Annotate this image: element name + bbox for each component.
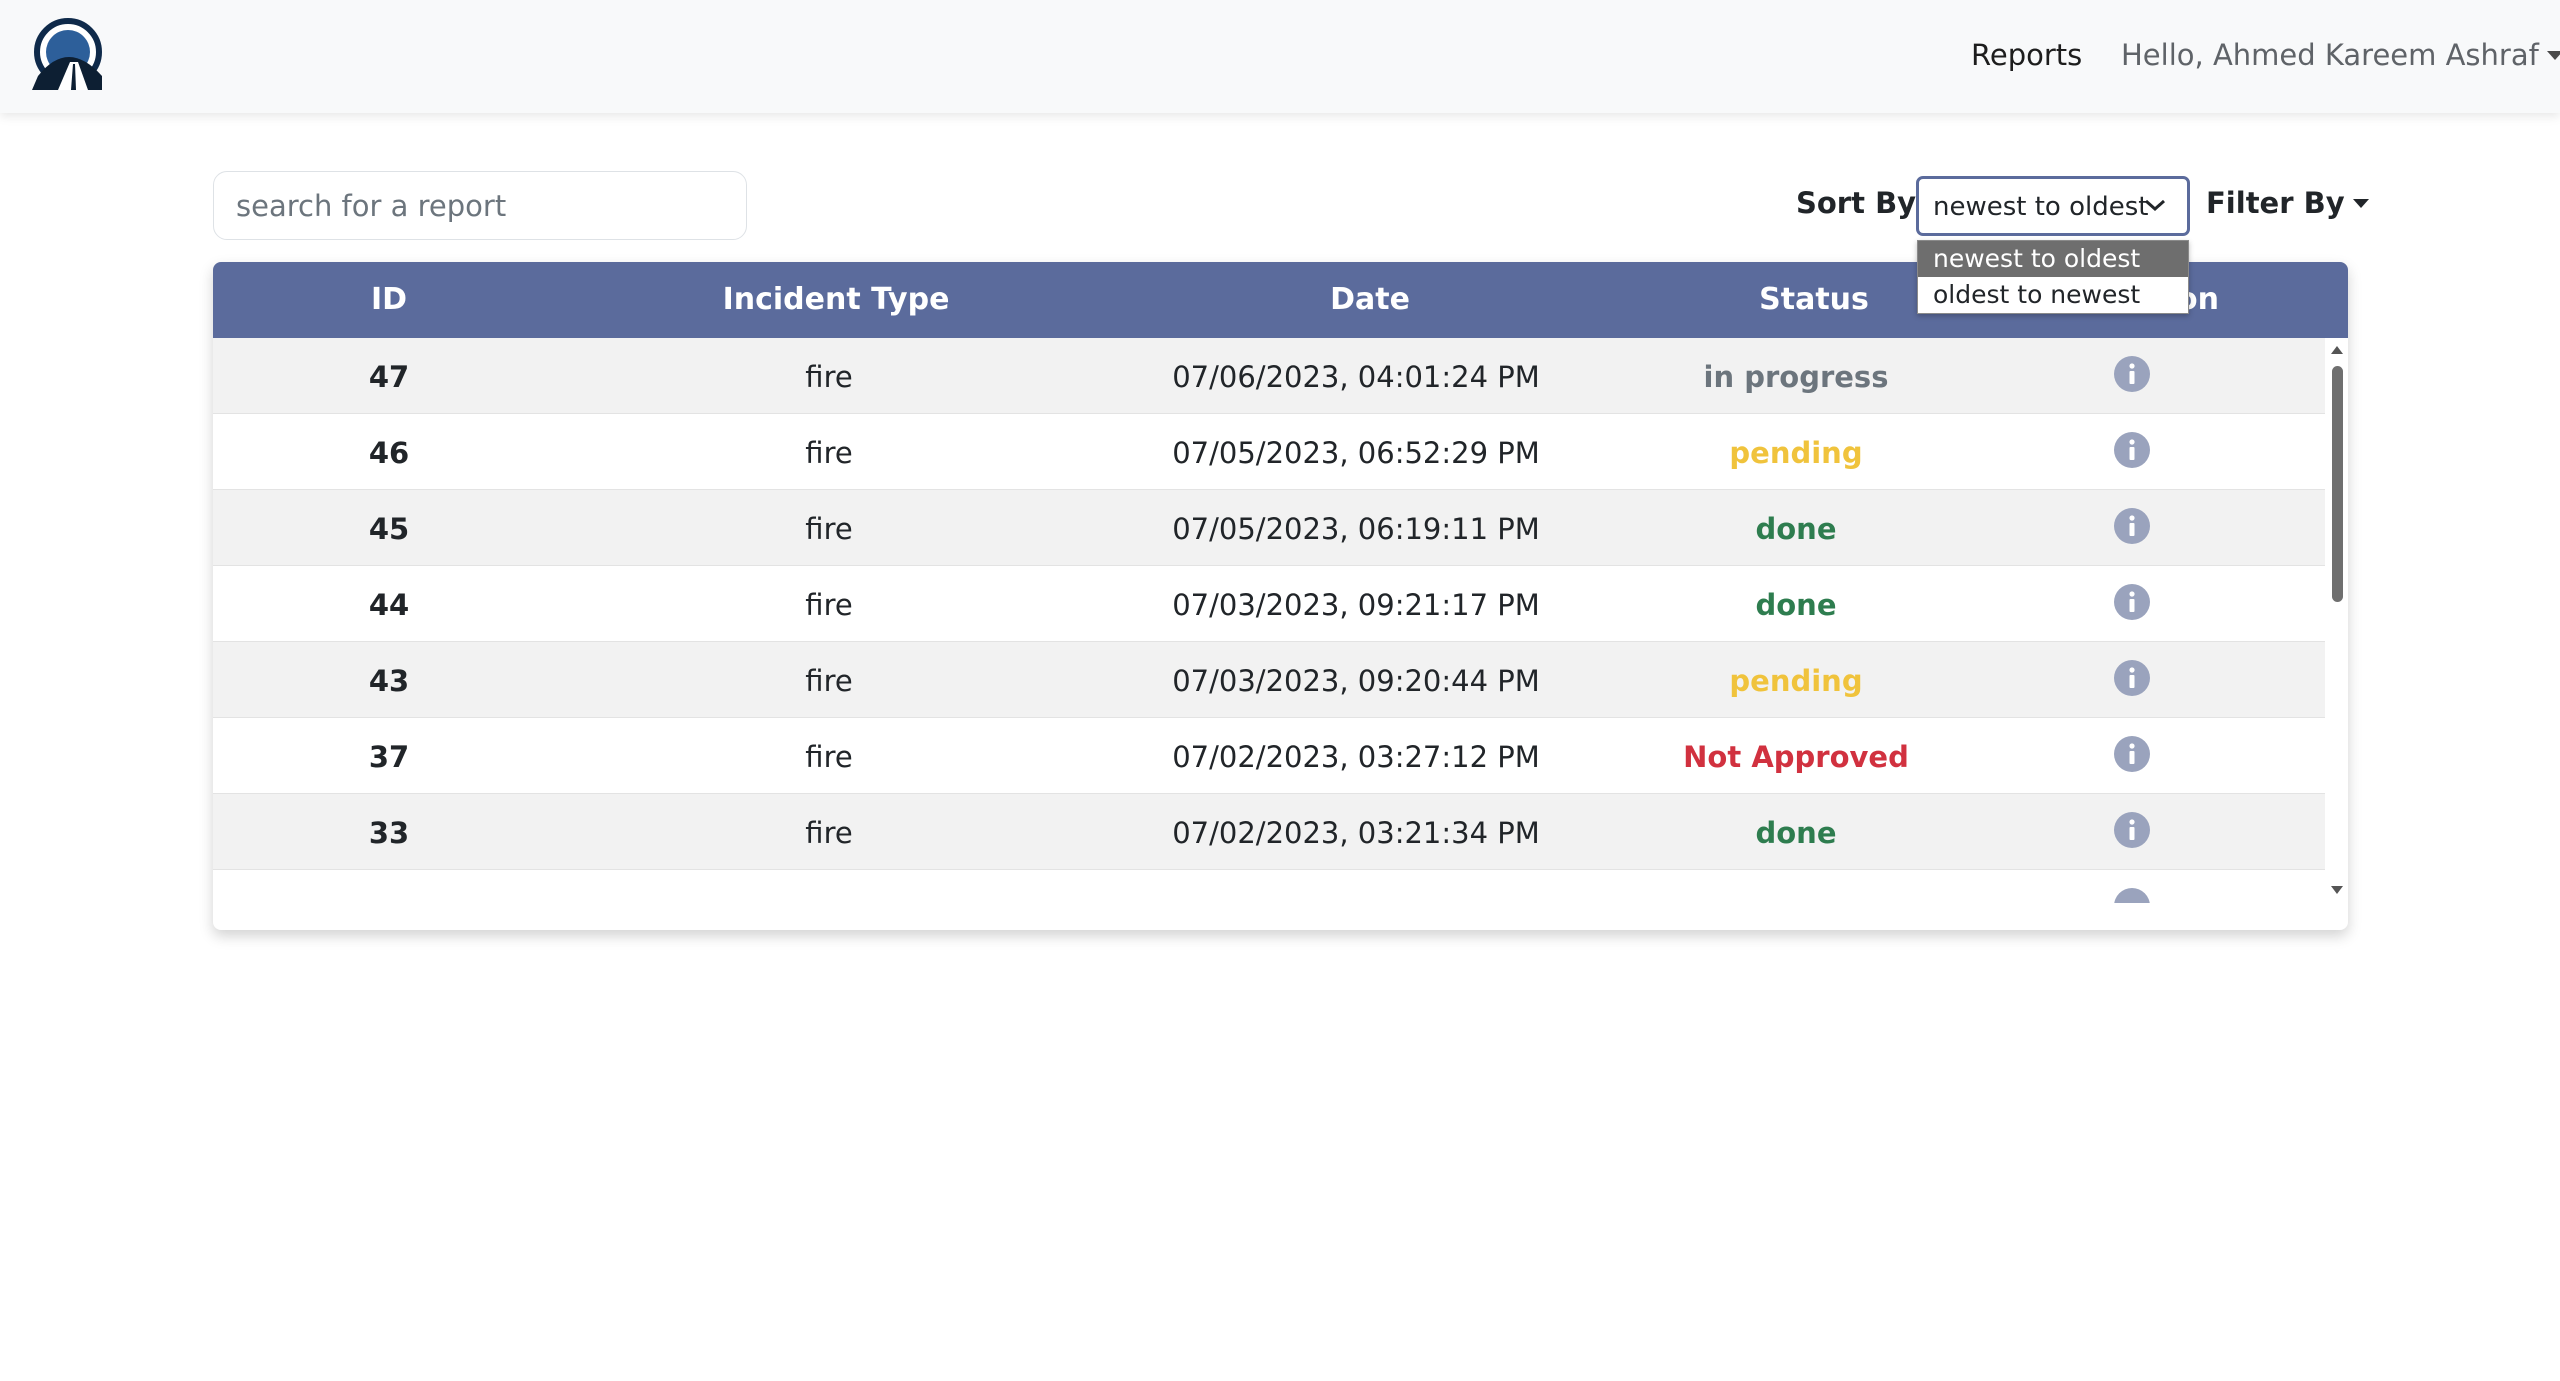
user-menu-toggle[interactable]: Hello, Ahmed Kareem Ashraf xyxy=(2121,38,2560,72)
sort-option-newest[interactable]: newest to oldest xyxy=(1918,241,2188,277)
cell-status: done xyxy=(1755,816,1837,850)
cell-incident-type: fire xyxy=(805,664,853,698)
table-row: 43 fire 07/03/2023, 09:20:44 PM pending xyxy=(213,642,2325,718)
table-row-partial xyxy=(213,870,2325,903)
cell-incident-type: fire xyxy=(805,588,853,622)
cell-status: pending xyxy=(1729,664,1863,698)
sort-select[interactable]: newest to oldest xyxy=(1916,176,2190,236)
info-icon[interactable] xyxy=(2113,507,2151,545)
cell-id: 43 xyxy=(368,664,410,698)
cell-incident-type: fire xyxy=(805,512,853,546)
table-row: 37 fire 07/02/2023, 03:27:12 PM Not Approve… xyxy=(213,718,2325,794)
cell-incident-type: fire xyxy=(805,360,853,394)
caret-down-icon xyxy=(2352,199,2369,208)
cell-id: 47 xyxy=(368,360,410,394)
cell-date: 07/02/2023, 03:27:12 PM xyxy=(1172,740,1540,774)
info-icon[interactable] xyxy=(2113,355,2151,393)
info-icon[interactable] xyxy=(2113,811,2151,849)
info-icon[interactable] xyxy=(2113,583,2151,621)
column-header-date[interactable]: Date xyxy=(1330,282,1410,317)
cell-status: pending xyxy=(1729,436,1863,470)
search-input[interactable] xyxy=(213,171,747,240)
cell-status: Not Approved xyxy=(1683,740,1909,774)
cell-date: 07/05/2023, 06:19:11 PM xyxy=(1172,512,1540,546)
scroll-down-arrow-icon[interactable] xyxy=(2331,886,2343,894)
column-header-status[interactable]: Status xyxy=(1759,282,1869,317)
top-navbar: Reports Hello, Ahmed Kareem Ashraf xyxy=(0,0,2560,113)
cell-incident-type: fire xyxy=(805,740,853,774)
column-header-incident-type[interactable]: Incident Type xyxy=(723,282,950,317)
sort-selected-value: newest to oldest xyxy=(1933,192,2149,222)
column-header-id[interactable]: ID xyxy=(371,282,407,317)
road-tunnel-logo-icon[interactable] xyxy=(28,18,112,94)
nav-reports-link[interactable]: Reports xyxy=(1971,38,2082,72)
cell-date: 07/02/2023, 03:21:34 PM xyxy=(1172,816,1540,850)
info-icon[interactable] xyxy=(2113,431,2151,469)
caret-down-icon xyxy=(2546,51,2560,60)
cell-id: 46 xyxy=(368,436,410,470)
cell-date: 07/03/2023, 09:21:17 PM xyxy=(1172,588,1540,622)
table-row: 44 fire 07/03/2023, 09:21:17 PM done xyxy=(213,566,2325,642)
user-greeting: Hello, Ahmed Kareem Ashraf xyxy=(2121,38,2539,72)
cell-id: 33 xyxy=(368,816,410,850)
cell-id: 45 xyxy=(368,512,410,546)
reports-table-card: ID Incident Type Date Status on 47 fire 07… xyxy=(213,262,2348,930)
cell-incident-type: fire xyxy=(805,816,853,850)
chevron-down-icon xyxy=(2145,199,2165,212)
info-icon[interactable] xyxy=(2113,735,2151,773)
table-scrollbar[interactable] xyxy=(2327,338,2348,903)
cell-status: in progress xyxy=(1703,360,1889,394)
cell-date: 07/05/2023, 06:52:29 PM xyxy=(1172,436,1540,470)
info-icon[interactable] xyxy=(2113,887,2151,903)
cell-status: done xyxy=(1755,512,1837,546)
sort-option-oldest[interactable]: oldest to newest xyxy=(1918,277,2188,313)
scroll-up-arrow-icon[interactable] xyxy=(2331,346,2343,354)
info-icon[interactable] xyxy=(2113,659,2151,697)
filter-by-label: Filter By xyxy=(2206,186,2345,220)
cell-date: 07/03/2023, 09:20:44 PM xyxy=(1172,664,1540,698)
filter-by-toggle[interactable]: Filter By xyxy=(2206,186,2369,220)
table-row: 46 fire 07/05/2023, 06:52:29 PM pending xyxy=(213,414,2325,490)
cell-id: 37 xyxy=(368,740,410,774)
sort-dropdown-list: newest to oldest oldest to newest xyxy=(1917,240,2189,314)
table-row: 45 fire 07/05/2023, 06:19:11 PM done xyxy=(213,490,2325,566)
cell-date: 07/06/2023, 04:01:24 PM xyxy=(1172,360,1540,394)
scrollbar-thumb[interactable] xyxy=(2332,366,2343,602)
table-row: 33 fire 07/02/2023, 03:21:34 PM done xyxy=(213,794,2325,870)
cell-status: done xyxy=(1755,588,1837,622)
cell-incident-type: fire xyxy=(805,436,853,470)
table-body: 47 fire 07/06/2023, 04:01:24 PM in progress… xyxy=(213,338,2325,903)
table-row: 47 fire 07/06/2023, 04:01:24 PM in progress xyxy=(213,338,2325,414)
sort-by-label: Sort By: xyxy=(1796,186,1928,220)
cell-id: 44 xyxy=(368,588,410,622)
